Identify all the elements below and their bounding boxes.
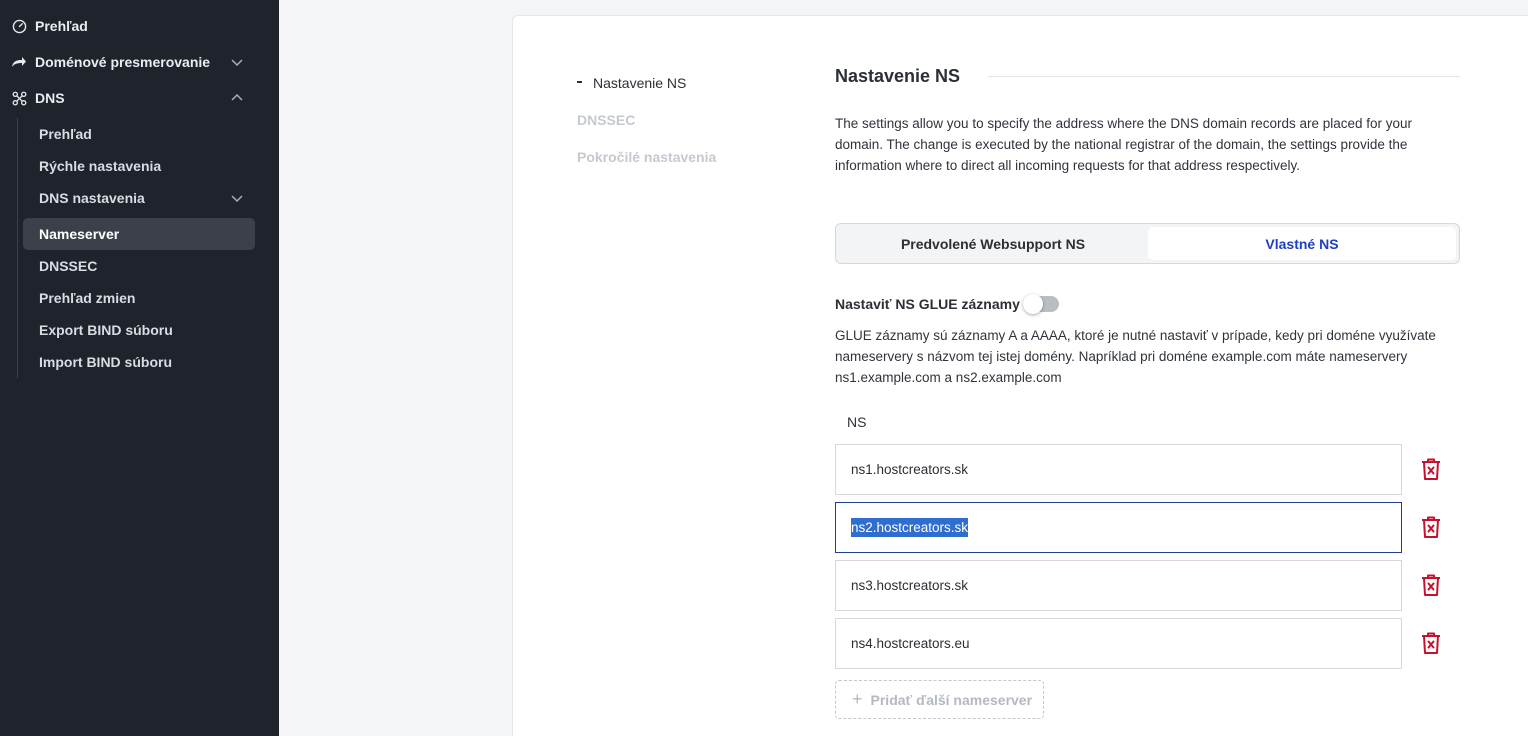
sidebar-item-label: Export BIND súboru xyxy=(39,322,173,338)
anchor-advanced-settings[interactable]: Pokročilé nastavenia xyxy=(577,149,716,165)
glue-records-toggle[interactable] xyxy=(1023,294,1059,314)
dns-network-icon xyxy=(11,90,27,106)
chevron-down-icon xyxy=(231,195,243,203)
sidebar-item-label: DNS xyxy=(35,90,65,106)
sidebar-item-label: Nameserver xyxy=(39,226,120,242)
add-nameserver-button[interactable]: + Pridať ďalší nameserver xyxy=(835,680,1044,719)
anchor-dnssec[interactable]: DNSSEC xyxy=(577,112,635,128)
redirect-arrow-icon xyxy=(11,54,27,70)
sidebar-subitem-quick-settings[interactable]: Rýchle nastavenia xyxy=(23,150,255,182)
active-anchor-marker xyxy=(577,81,582,83)
sidebar-item-label: Prehľad xyxy=(39,126,92,142)
section-description: The settings allow you to specify the ad… xyxy=(835,113,1445,176)
glue-description: GLUE záznamy sú záznamy A a AAAA, ktoré … xyxy=(835,325,1445,388)
gauge-icon xyxy=(11,18,27,34)
description-line: information where to direct all incoming… xyxy=(835,158,1300,173)
sidebar-item-label: Prehľad zmien xyxy=(39,290,136,306)
submenu-rail xyxy=(17,118,18,378)
sidebar-subitem-import-bind[interactable]: Import BIND súboru xyxy=(23,346,255,378)
default-websupport-ns-option[interactable]: Predvolené Websupport NS xyxy=(839,227,1147,260)
ns-input[interactable] xyxy=(851,578,1371,593)
sidebar-subitem-nameserver[interactable]: Nameserver xyxy=(23,218,255,250)
ns-field-4[interactable] xyxy=(835,618,1402,669)
sidebar: Prehľad Doménové presmerovanie DNS Prehľ… xyxy=(0,0,279,736)
sidebar-item-label: DNSSEC xyxy=(39,258,98,274)
custom-ns-option[interactable]: Vlastné NS xyxy=(1148,227,1456,260)
trash-icon[interactable] xyxy=(1420,631,1442,655)
ns-input[interactable] xyxy=(851,636,1371,651)
trash-icon[interactable] xyxy=(1420,515,1442,539)
sidebar-item-label: Prehľad xyxy=(35,18,88,34)
title-divider xyxy=(988,76,1460,77)
ns-field-1[interactable] xyxy=(835,444,1402,495)
chevron-up-icon xyxy=(231,93,243,101)
description-line: ns1.example.com a ns2.example.com xyxy=(835,370,1062,385)
section-title: Nastavenie NS xyxy=(835,66,961,86)
sidebar-item-label: Doménové presmerovanie xyxy=(35,54,211,70)
ns-input[interactable] xyxy=(851,462,1371,477)
anchor-ns-settings[interactable]: Nastavenie NS xyxy=(593,75,686,91)
add-nameserver-label: Pridať ďalší nameserver xyxy=(870,691,1033,708)
sidebar-item-label: Import BIND súboru xyxy=(39,354,172,370)
ns-field-3[interactable] xyxy=(835,560,1402,611)
toggle-knob xyxy=(1023,294,1043,314)
description-line: GLUE záznamy sú záznamy A a AAAA, ktoré … xyxy=(835,328,1436,343)
trash-icon[interactable] xyxy=(1420,573,1442,597)
sidebar-item-domain-redirect[interactable]: Doménové presmerovanie xyxy=(0,44,279,80)
sidebar-subitem-export-bind[interactable]: Export BIND súboru xyxy=(23,314,255,346)
sidebar-subitem-dnssec[interactable]: DNSSEC xyxy=(23,250,255,282)
sidebar-item-overview[interactable]: Prehľad xyxy=(0,8,279,44)
description-line: domain. The change is executed by the na… xyxy=(835,137,1408,152)
ns-list-label: NS xyxy=(847,414,867,430)
sidebar-subitem-change-log[interactable]: Prehľad zmien xyxy=(23,282,255,314)
ns-field-2[interactable]: ns2.hostcreators.sk xyxy=(835,502,1402,553)
sidebar-item-label: DNS nastavenia xyxy=(39,190,145,206)
sidebar-subitem-dns-settings[interactable]: DNS nastavenia xyxy=(23,182,255,214)
description-line: nameservery s názvom tej istej domény. N… xyxy=(835,349,1408,364)
sidebar-item-label: Rýchle nastavenia xyxy=(39,158,162,174)
plus-icon: + xyxy=(852,689,863,709)
ns-mode-segmented-control: Predvolené Websupport NS Vlastné NS xyxy=(835,223,1460,264)
trash-icon[interactable] xyxy=(1420,457,1442,481)
sidebar-subitem-dns-overview[interactable]: Prehľad xyxy=(23,118,255,150)
ns-input-selected-text[interactable]: ns2.hostcreators.sk xyxy=(851,518,969,537)
glue-records-label: Nastaviť NS GLUE záznamy xyxy=(835,296,1020,312)
sidebar-item-dns[interactable]: DNS xyxy=(0,80,279,116)
description-line: The settings allow you to specify the ad… xyxy=(835,116,1413,131)
chevron-down-icon xyxy=(231,59,243,67)
